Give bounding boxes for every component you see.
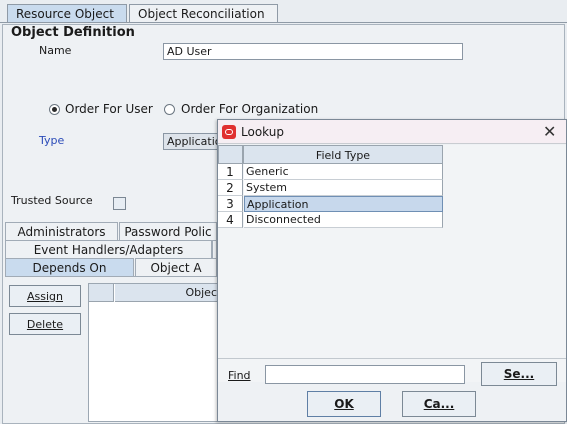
lookup-row-selected[interactable]: 3 Application (218, 196, 443, 212)
cancel-label: Ca... (423, 397, 455, 411)
search-button[interactable]: Se... (481, 362, 557, 386)
order-for-user-label: Order For User (65, 102, 153, 116)
type-field[interactable]: Applicatio (163, 133, 223, 150)
row-value: Disconnected (244, 212, 443, 228)
tab-object-access[interactable]: Object A (135, 258, 217, 276)
field-type-column-header[interactable]: Field Type (243, 145, 443, 164)
tab-resource-object[interactable]: Resource Object (7, 4, 127, 23)
tab-administrators[interactable]: Administrators (5, 222, 118, 240)
row-value: System (244, 180, 443, 196)
dialog-separator (218, 358, 566, 359)
depends-on-corner (89, 284, 114, 302)
search-label: Se... (503, 367, 535, 381)
assign-button[interactable]: Assign (9, 285, 81, 307)
lookup-row[interactable]: 1 Generic (218, 164, 443, 180)
trusted-source-label: Trusted Source (11, 194, 93, 207)
close-icon[interactable]: ✕ (543, 122, 559, 141)
trusted-source-checkbox[interactable] (113, 197, 126, 210)
lookup-row[interactable]: 2 System (218, 180, 443, 196)
order-for-organization-radio[interactable] (164, 104, 175, 115)
delete-button[interactable]: Delete (9, 313, 81, 335)
lookup-row[interactable]: 4 Disconnected (218, 212, 443, 228)
lookup-dialog: Lookup ✕ Field Type 1 Generic 2 System 3… (217, 119, 567, 422)
row-number: 3 (218, 196, 243, 212)
find-input[interactable] (265, 365, 465, 384)
dialog-title: Lookup (241, 125, 284, 139)
tab-password-policy[interactable]: Password Polic (119, 222, 217, 240)
delete-label: Delete (26, 318, 64, 331)
oracle-logo-icon (222, 125, 236, 139)
row-number: 4 (218, 212, 243, 228)
type-label: Type (39, 134, 65, 147)
depends-on-table (88, 283, 219, 422)
row-number: 2 (218, 180, 243, 196)
assign-label: Assign (27, 290, 63, 303)
section-title: Object Definition (11, 25, 135, 40)
tab-underline (0, 22, 567, 23)
lookup-table: Field Type 1 Generic 2 System 3 Applicat… (218, 145, 566, 382)
ok-label: OK (334, 397, 354, 411)
tab-event-handlers[interactable]: Event Handlers/Adapters (5, 240, 212, 258)
subtab-content-line (5, 276, 217, 277)
ok-button[interactable]: OK (307, 391, 381, 417)
name-field[interactable]: AD User (163, 43, 463, 60)
row-value: Application (244, 196, 443, 212)
dialog-title-bar: Lookup ✕ (218, 120, 566, 144)
order-for-user-radio[interactable] (49, 104, 60, 115)
cancel-button[interactable]: Ca... (402, 391, 476, 417)
depends-on-column-header[interactable]: Objec (115, 284, 218, 302)
lookup-table-corner (218, 145, 243, 164)
tab-depends-on[interactable]: Depends On (5, 258, 134, 276)
tab-object-reconciliation[interactable]: Object Reconciliation (129, 4, 278, 23)
order-for-organization-label: Order For Organization (181, 102, 319, 116)
row-number: 1 (218, 164, 243, 180)
find-label: Find (228, 369, 251, 382)
row-value: Generic (244, 164, 443, 180)
name-label: Name (39, 44, 72, 57)
